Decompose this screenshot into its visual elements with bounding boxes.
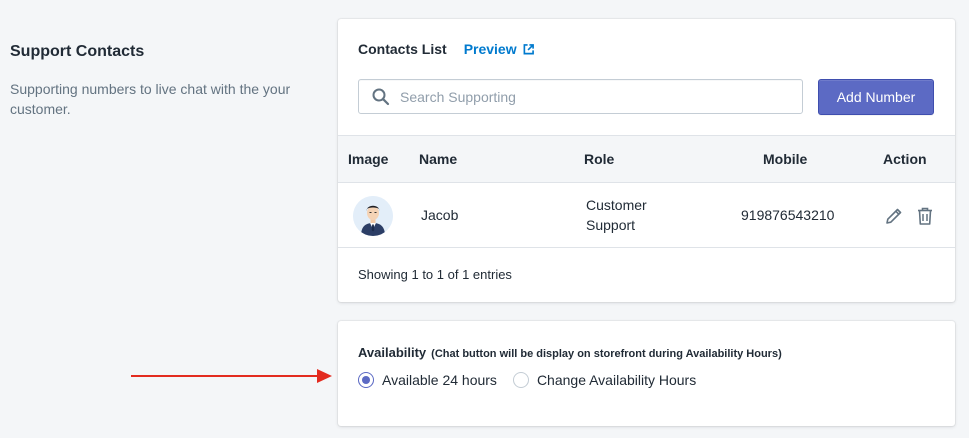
search-box <box>358 79 803 114</box>
column-header-image: Image <box>348 151 389 167</box>
column-header-mobile: Mobile <box>763 151 808 167</box>
page: Support Contacts Supporting numbers to l… <box>0 0 969 438</box>
contacts-card: Contacts List Preview Add Number Image <box>338 19 955 302</box>
table-header: Image Name Role Mobile Action <box>338 135 955 183</box>
availability-radio-group: Available 24 hours Change Availability H… <box>358 372 712 388</box>
preview-label: Preview <box>463 41 517 57</box>
contacts-list-title: Contacts List <box>358 41 447 57</box>
availability-note: (Chat button will be display on storefro… <box>431 348 782 360</box>
contact-role: Customer Support <box>586 197 647 233</box>
radio-option-available-24-hours[interactable]: Available 24 hours <box>358 372 497 388</box>
radio-button-unchecked[interactable] <box>512 372 529 388</box>
card-header: Contacts List Preview <box>358 41 534 57</box>
user-avatar-icon <box>353 196 393 236</box>
section-info: Support Contacts Supporting numbers to l… <box>10 42 300 119</box>
column-header-action: Action <box>883 151 927 167</box>
preview-link[interactable]: Preview <box>464 41 534 57</box>
edit-icon[interactable] <box>884 206 904 226</box>
availability-heading: Availability (Chat button will be displa… <box>358 345 782 360</box>
section-title: Support Contacts <box>10 43 145 60</box>
annotation-arrow-icon <box>131 369 332 383</box>
column-header-name: Name <box>419 151 458 167</box>
availability-title: Availability <box>358 345 427 360</box>
section-description: Supporting numbers to live chat with the… <box>10 81 291 117</box>
table-row: Jacob Customer Support 919876543210 <box>338 183 955 248</box>
radio-label: Change Availability Hours <box>536 372 697 388</box>
add-number-button[interactable]: Add Number <box>818 79 934 115</box>
table-footer: Showing 1 to 1 of 1 entries <box>358 267 512 282</box>
radio-label: Available 24 hours <box>382 372 497 388</box>
search-icon <box>372 88 390 105</box>
radio-option-change-availability-hours[interactable]: Change Availability Hours <box>512 372 697 388</box>
column-header-role: Role <box>584 151 615 167</box>
external-link-icon <box>523 43 534 54</box>
contact-name: Jacob <box>421 207 459 223</box>
radio-button-checked[interactable] <box>358 372 374 388</box>
availability-card: Availability (Chat button will be displa… <box>338 321 955 426</box>
contact-mobile: 919876543210 <box>741 207 835 223</box>
search-input[interactable] <box>400 88 790 105</box>
trash-icon[interactable] <box>916 206 934 226</box>
contacts-table: Image Name Role Mobile Action Jacob Cust… <box>338 135 955 248</box>
